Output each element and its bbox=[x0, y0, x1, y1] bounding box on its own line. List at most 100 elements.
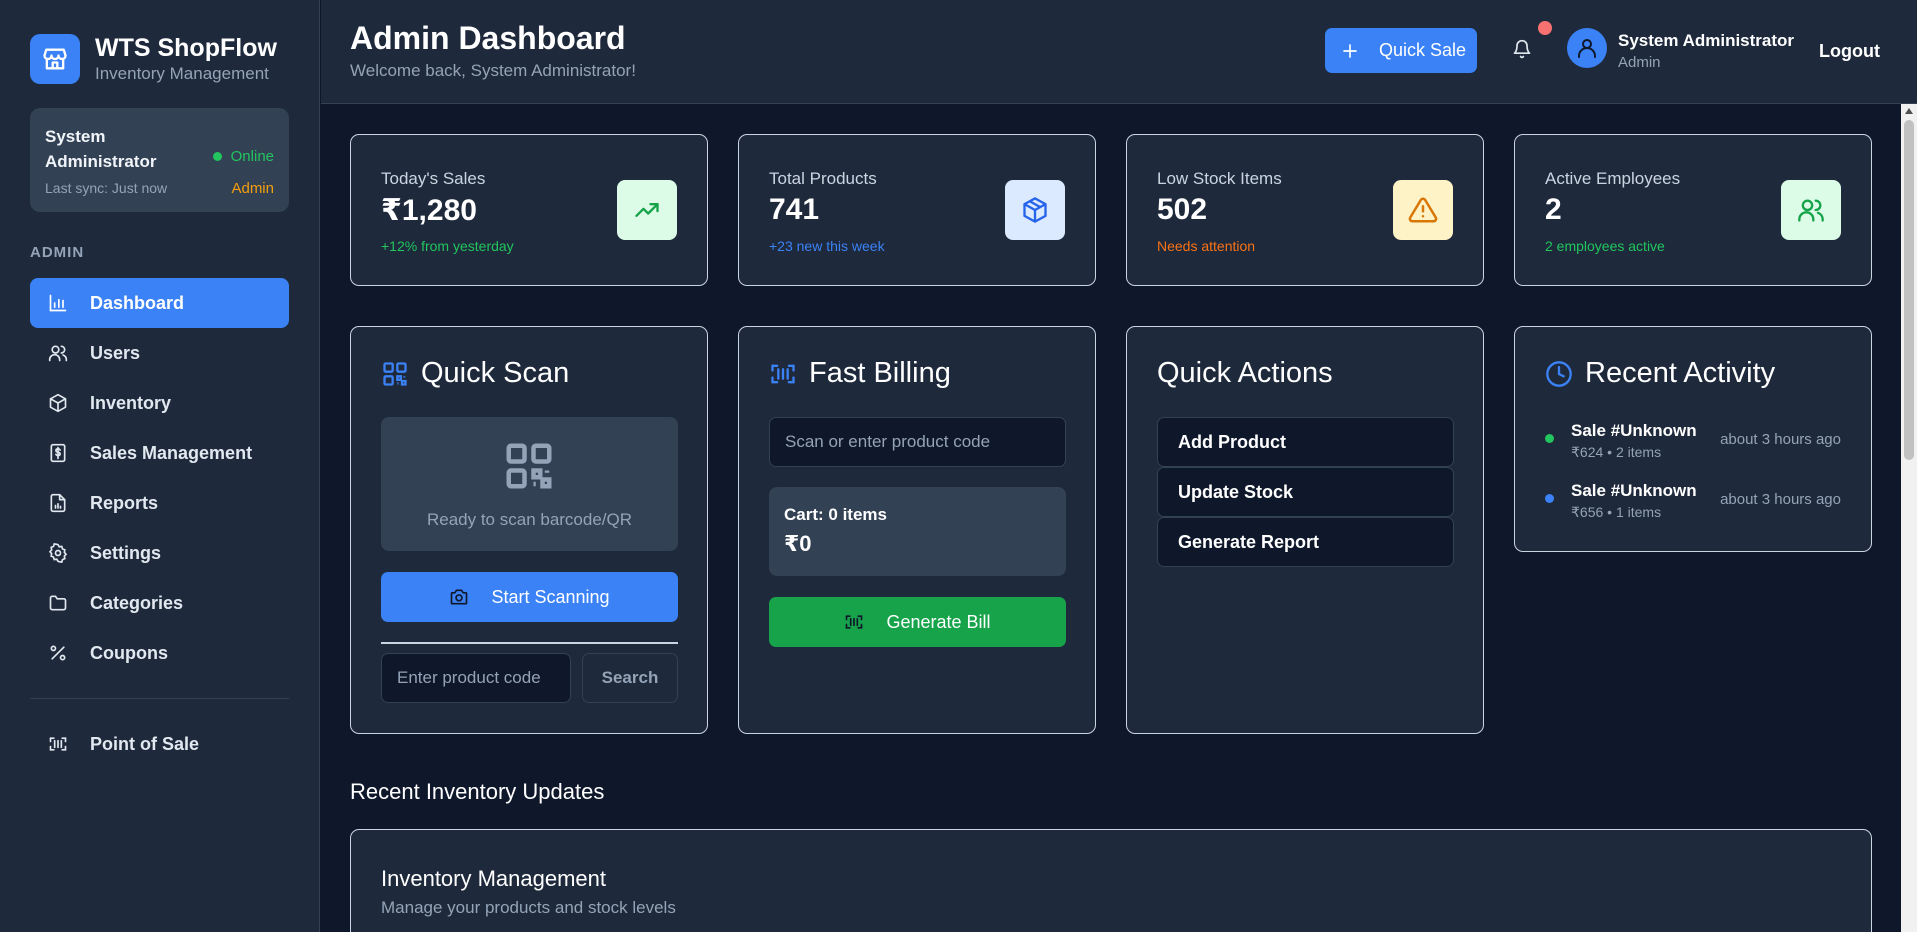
billing-code-input[interactable]: Scan or enter product code bbox=[769, 417, 1066, 467]
sidebar-section-label: ADMIN bbox=[30, 244, 85, 261]
header-user-name: System Administrator bbox=[1618, 31, 1795, 50]
stat-card-todays-sales: Today's Sales ₹1,280 +12% from yesterday bbox=[350, 134, 708, 286]
sidebar-item-point-of-sale[interactable]: Point of Sale bbox=[30, 719, 289, 769]
activity-title[interactable]: Sale #Unknown bbox=[1571, 421, 1697, 441]
sidebar-item-label: Dashboard bbox=[90, 292, 185, 313]
sidebar: WTS ShopFlow Inventory Management System… bbox=[0, 0, 320, 932]
users-icon bbox=[48, 345, 68, 362]
quick-scan-title: Quick Scan bbox=[381, 357, 569, 390]
clock-icon bbox=[1546, 360, 1572, 387]
update-stock-button[interactable]: Update Stock bbox=[1157, 467, 1454, 517]
dollar-receipt-icon bbox=[50, 443, 66, 463]
status-user-name: System Administrator bbox=[45, 127, 157, 171]
fast-billing-title: Fast Billing bbox=[769, 357, 951, 390]
stat-value: 2 bbox=[1545, 193, 1562, 226]
activity-detail: ₹656 • 1 items bbox=[1571, 504, 1662, 520]
status-role: Admin bbox=[231, 180, 274, 197]
generate-bill-button[interactable]: Generate Bill bbox=[769, 597, 1066, 647]
barcode-icon bbox=[846, 615, 863, 629]
scroll-up-arrow-icon[interactable] bbox=[1905, 108, 1913, 114]
sidebar-item-inventory[interactable]: Inventory bbox=[30, 378, 289, 428]
product-code-input[interactable]: Enter product code bbox=[381, 653, 571, 703]
avatar[interactable] bbox=[1567, 28, 1607, 68]
barcode-icon bbox=[771, 364, 795, 383]
cart-summary: Cart: 0 items ₹0 bbox=[769, 487, 1066, 576]
sidebar-item-settings[interactable]: Settings bbox=[30, 528, 289, 578]
generate-report-button[interactable]: Generate Report bbox=[1157, 517, 1454, 567]
quick-scan-title-label: Quick Scan bbox=[421, 357, 570, 389]
logout-button[interactable]: Logout bbox=[1819, 41, 1880, 62]
quick-sale-button[interactable]: Quick Sale bbox=[1325, 28, 1477, 73]
stat-label: Active Employees bbox=[1545, 169, 1681, 188]
scan-divider bbox=[381, 642, 678, 644]
sidebar-item-reports[interactable]: Reports bbox=[30, 478, 289, 528]
search-button[interactable]: Search bbox=[582, 653, 678, 703]
sidebar-divider bbox=[30, 698, 289, 699]
fast-billing-title-label: Fast Billing bbox=[809, 357, 951, 389]
camera-icon bbox=[451, 589, 468, 605]
scan-area[interactable]: Ready to scan barcode/QR bbox=[381, 417, 678, 551]
scroll-thumb[interactable] bbox=[1904, 120, 1914, 460]
start-scanning-label: Start Scanning bbox=[491, 586, 610, 607]
online-dot-icon bbox=[212, 152, 222, 161]
stat-value: 502 bbox=[1157, 193, 1208, 226]
online-status: Online bbox=[212, 148, 274, 165]
sidebar-item-sales-management[interactable]: Sales Management bbox=[30, 428, 289, 478]
stat-label: Total Products bbox=[769, 169, 877, 188]
activity-time: about 3 hours ago bbox=[1720, 491, 1841, 508]
cart-total: ₹0 bbox=[784, 531, 812, 556]
bell-icon[interactable] bbox=[1512, 38, 1532, 65]
sidebar-item-label: Settings bbox=[90, 542, 162, 563]
stat-card-active-employees: Active Employees 2 2 employees active bbox=[1514, 134, 1872, 286]
sidebar-item-label: Point of Sale bbox=[90, 733, 200, 754]
sidebar-item-categories[interactable]: Categories bbox=[30, 578, 289, 628]
sidebar-item-label: Coupons bbox=[90, 642, 168, 663]
last-sync: Last sync: Just now bbox=[45, 180, 168, 196]
sidebar-item-coupons[interactable]: Coupons bbox=[30, 628, 289, 678]
inventory-updates-heading: Recent Inventory Updates bbox=[350, 779, 605, 804]
box-icon bbox=[1005, 180, 1065, 240]
trending-up-icon bbox=[617, 180, 677, 240]
page-scrollbar[interactable] bbox=[1901, 104, 1917, 932]
activity-time: about 3 hours ago bbox=[1720, 431, 1841, 448]
inventory-card-subtitle: Manage your products and stock levels bbox=[381, 898, 676, 917]
activity-title[interactable]: Sale #Unknown bbox=[1571, 481, 1697, 501]
activity-dot bbox=[1545, 494, 1554, 503]
add-product-button[interactable]: Add Product bbox=[1157, 417, 1454, 467]
bar-chart-icon bbox=[49, 294, 67, 312]
warning-icon bbox=[1393, 180, 1453, 240]
header-user-role: Admin bbox=[1618, 54, 1661, 71]
report-icon bbox=[50, 493, 66, 513]
gear-icon bbox=[48, 543, 68, 563]
recent-activity-panel: Recent Activity Sale #Unknown ₹624 • 2 i… bbox=[1514, 326, 1872, 552]
start-scanning-button[interactable]: Start Scanning bbox=[381, 572, 678, 622]
percent-icon bbox=[50, 645, 66, 661]
stat-value: ₹1,280 bbox=[381, 194, 477, 227]
cart-items: Cart: 0 items bbox=[784, 505, 887, 524]
brand-subtitle: Inventory Management bbox=[95, 64, 269, 83]
scan-ready-text: Ready to scan barcode/QR bbox=[426, 510, 633, 529]
qr-code-icon bbox=[383, 361, 407, 386]
stat-note: Needs attention bbox=[1157, 238, 1256, 254]
sidebar-nav: Dashboard Users Inventory Sales Manageme… bbox=[30, 278, 289, 678]
inventory-management-card: Inventory Management Manage your product… bbox=[350, 829, 1872, 932]
stat-note: 2 employees active bbox=[1545, 238, 1665, 254]
inventory-card-title: Inventory Management bbox=[381, 866, 607, 891]
sidebar-item-label: Inventory bbox=[90, 392, 172, 413]
recent-activity-title-label: Recent Activity bbox=[1585, 357, 1776, 389]
barcode-icon bbox=[49, 737, 67, 751]
stat-card-total-products: Total Products 741 +23 new this week bbox=[738, 134, 1096, 286]
user-status-card: System Administrator Online Last sync: J… bbox=[30, 108, 289, 212]
stat-note: +23 new this week bbox=[769, 238, 885, 254]
brand[interactable]: WTS ShopFlow Inventory Management bbox=[30, 33, 277, 85]
notification-dot bbox=[1538, 21, 1552, 35]
stat-label: Low Stock Items bbox=[1157, 169, 1282, 188]
stat-note: +12% from yesterday bbox=[381, 238, 514, 254]
online-label: Online bbox=[230, 148, 274, 165]
sidebar-item-dashboard[interactable]: Dashboard bbox=[30, 278, 289, 328]
sidebar-item-users[interactable]: Users bbox=[30, 328, 289, 378]
activity-detail: ₹624 • 2 items bbox=[1571, 444, 1662, 460]
store-icon bbox=[30, 34, 80, 84]
folder-icon bbox=[49, 595, 67, 611]
stat-card-low-stock: Low Stock Items 502 Needs attention bbox=[1126, 134, 1484, 286]
